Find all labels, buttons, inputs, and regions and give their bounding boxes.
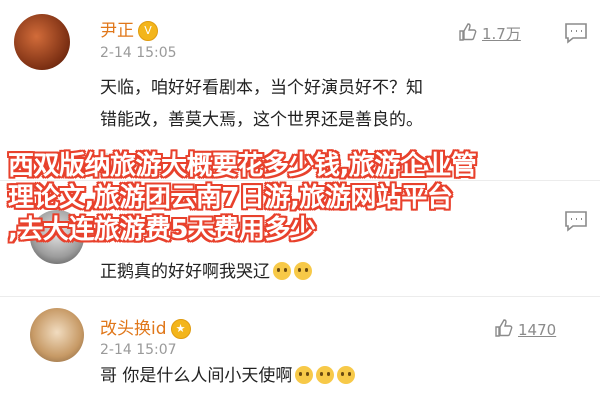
verified-badge-icon: ★	[170, 319, 191, 339]
headline-line: 理论文,旅游团云南7日游,旅游网站平台	[8, 183, 453, 213]
avatar[interactable]	[30, 308, 84, 362]
comment-username[interactable]: 尹正 V	[100, 16, 158, 41]
crying-emoji-icon	[316, 366, 335, 384]
comment-text-line: 天临，咱好好看剧本，当个好演员好不？知	[100, 78, 423, 98]
like-button[interactable]: 1.7万	[458, 22, 521, 44]
thumb-up-icon	[495, 319, 513, 337]
headline-line: ,去大连旅游费5天费用多少	[8, 215, 316, 245]
comment-text-line: 正鹅真的好好啊我哭辽	[100, 262, 270, 282]
avatar[interactable]	[14, 14, 70, 70]
comment-text-line: 哥 你是什么人间小天使啊	[100, 366, 293, 386]
divider	[0, 296, 600, 297]
thumb-up-icon	[459, 23, 477, 41]
comment-text: 天临，咱好好看剧本，当个好演员好不？知 错能改，善莫大焉，这个世界还是善良的。	[100, 72, 423, 136]
comment-text: 哥 你是什么人间小天使啊	[100, 360, 356, 392]
like-count[interactable]: 1470	[518, 321, 556, 339]
username-text[interactable]: 改头换id	[100, 319, 167, 339]
crying-emoji-icon	[294, 262, 312, 280]
crying-emoji-icon	[273, 262, 291, 280]
verified-badge-icon: V	[138, 21, 158, 41]
like-button[interactable]: 1470	[494, 318, 556, 339]
comment-text-line: 错能改，善莫大焉，这个世界还是善良的。	[100, 110, 423, 130]
headline-line: 西双版纳旅游大概要花多少钱,旅游企业管	[8, 151, 477, 181]
username-text[interactable]: 尹正	[100, 21, 134, 41]
reply-icon[interactable]	[564, 22, 588, 44]
crying-emoji-icon	[295, 366, 314, 384]
comment-time: 2-14 15:07	[100, 342, 177, 358]
like-count[interactable]: 1.7万	[482, 25, 521, 43]
comment-text: 正鹅真的好好啊我哭辽	[100, 256, 312, 288]
comment-username[interactable]: 改头换id ★	[100, 314, 191, 339]
headline-overlay: 西双版纳旅游大概要花多少钱,旅游企业管 理论文,旅游团云南7日游,旅游网站平台 …	[8, 150, 593, 246]
crying-emoji-icon	[337, 366, 356, 384]
comment-time: 2-14 15:05	[100, 45, 177, 61]
